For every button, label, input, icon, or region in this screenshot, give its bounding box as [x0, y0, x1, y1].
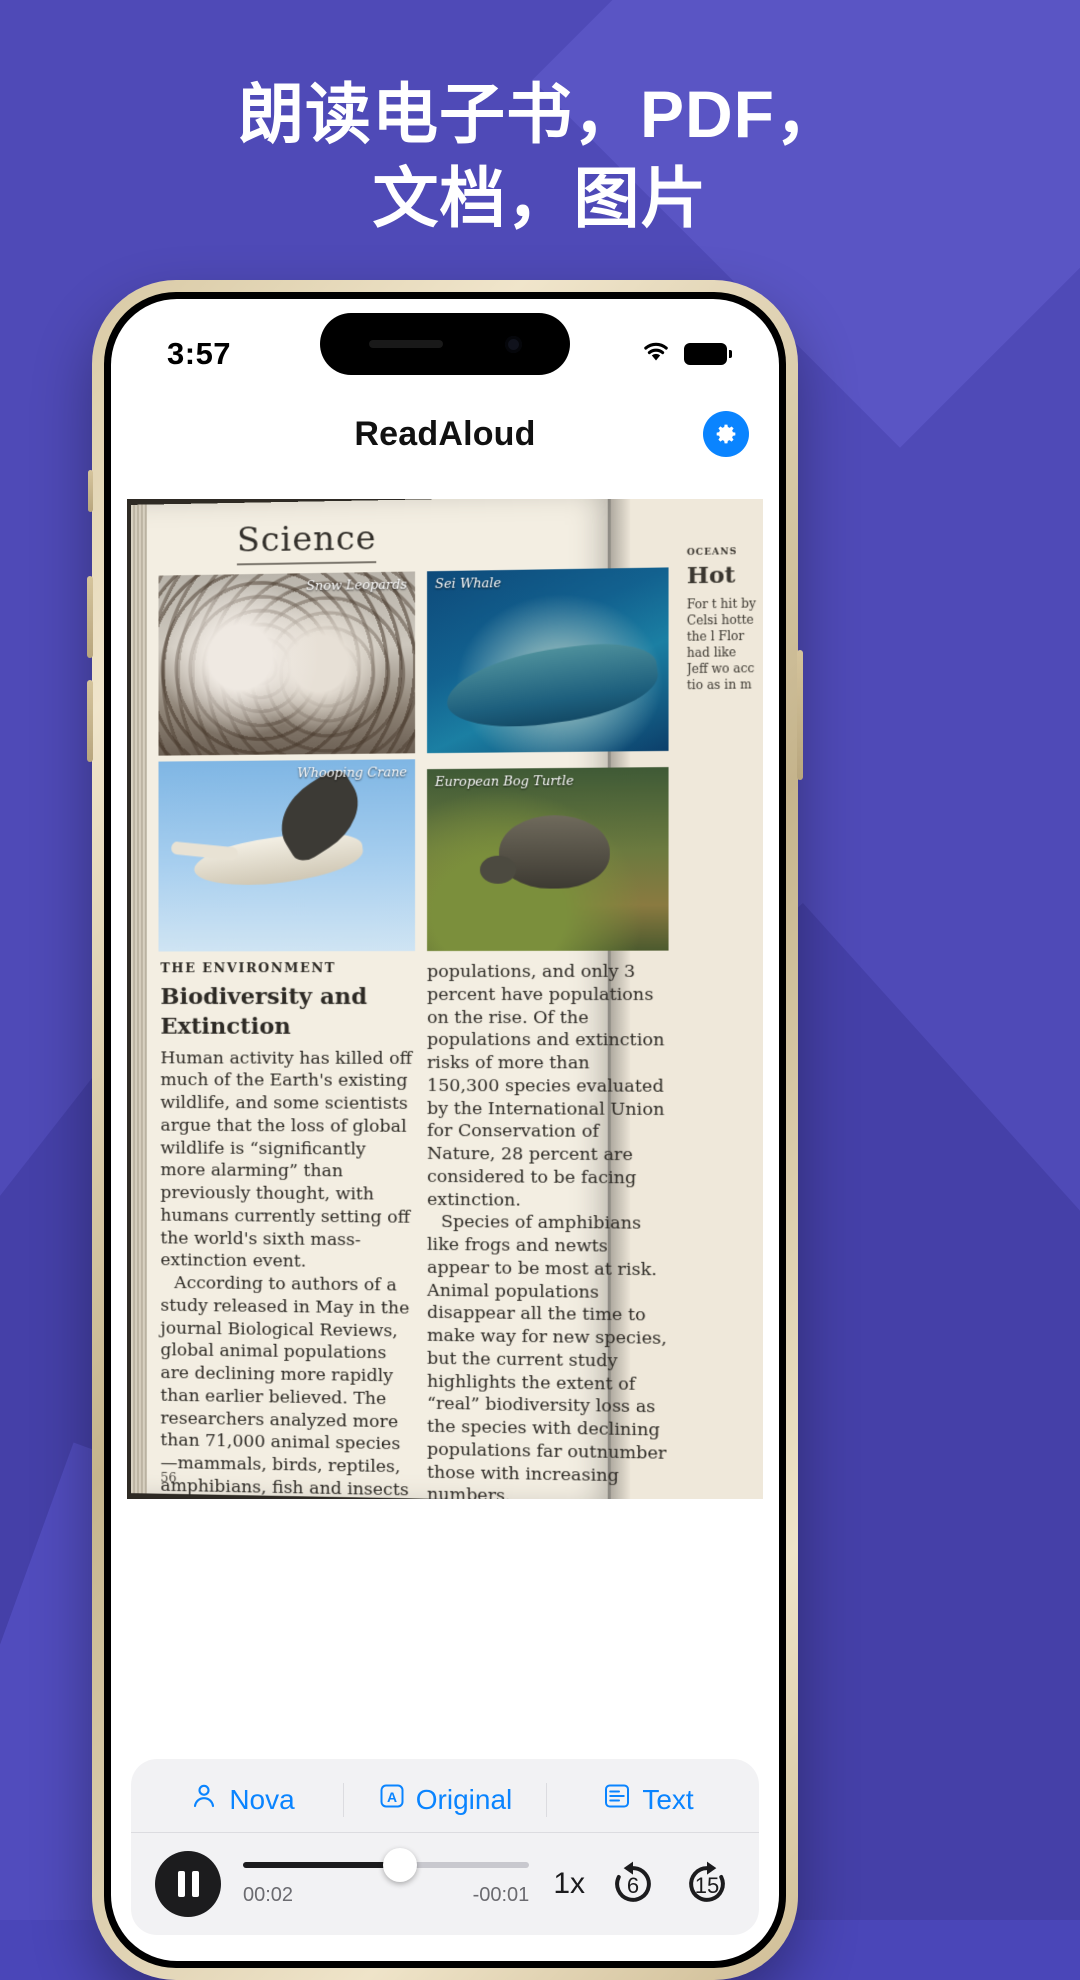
svg-text:A: A — [387, 1789, 397, 1805]
status-indicators — [639, 340, 727, 369]
seek-progress — [243, 1862, 400, 1868]
seek-handle[interactable] — [383, 1848, 417, 1882]
side-column-title: Hot — [687, 560, 760, 592]
person-icon — [189, 1781, 219, 1818]
seek-bar[interactable]: 00:02 -00:01 — [239, 1862, 533, 1907]
page-title: ReadAloud — [354, 415, 535, 454]
wifi-icon — [639, 340, 673, 369]
volume-up-button[interactable] — [87, 576, 93, 658]
european-bog-turtle-photo: European Bog Turtle — [427, 767, 669, 951]
whooping-crane-photo: Whooping Crane — [159, 759, 416, 951]
side-column-kicker: OCEANS — [687, 546, 760, 559]
status-time: 3:57 — [167, 336, 231, 372]
turtle-head — [480, 856, 516, 884]
voice-selector[interactable]: Nova — [141, 1781, 343, 1818]
playback-speed-button[interactable]: 1x — [551, 1867, 587, 1901]
promo-headline-line-2: 文档，图片 — [40, 156, 1040, 240]
mode-label: Original — [416, 1784, 512, 1816]
rewind-icon[interactable]: 6 — [605, 1856, 661, 1912]
phone-bezel: 3:57 ReadAloud Science Snow Leopards Sei… — [104, 292, 786, 1968]
promo-headline: 朗读电子书，PDF， 文档，图片 — [0, 72, 1080, 241]
article-paragraph: According to authors of a study released… — [160, 1272, 413, 1499]
text-view-selector[interactable]: Text — [547, 1781, 749, 1818]
seek-times: 00:02 -00:01 — [243, 1884, 529, 1907]
article-body-one: Human activity has killed off much of th… — [160, 1047, 413, 1499]
article-paragraph: populations, and only 3 percent have pop… — [427, 961, 669, 1213]
article-column-one: THE ENVIRONMENT Biodiversity and Extinct… — [160, 961, 413, 1499]
front-camera — [505, 336, 522, 353]
app-navbar: ReadAloud — [111, 391, 779, 477]
mode-selector[interactable]: A Original — [344, 1782, 546, 1817]
remaining-time: -00:01 — [473, 1884, 530, 1907]
magazine-section-label: Science — [237, 518, 377, 565]
phone-notch — [320, 313, 570, 375]
turtle-shell — [499, 815, 610, 889]
volume-down-button[interactable] — [87, 680, 93, 762]
snow-leopards-photo: Snow Leopards — [159, 571, 416, 755]
earpiece-speaker — [369, 340, 443, 348]
photo-caption: Whooping Crane — [297, 765, 407, 781]
article-column-two: populations, and only 3 percent have pop… — [427, 961, 669, 1499]
photo-caption: Sei Whale — [435, 576, 501, 592]
panel-options-row: Nova A Original Text — [131, 1775, 759, 1833]
photo-caption: European Bog Turtle — [435, 774, 574, 790]
playback-panel: Nova A Original Text 00:02 -00:01 1x 6 1… — [131, 1759, 759, 1935]
whale-shape — [443, 636, 663, 737]
page-edge — [131, 505, 147, 1494]
phone-mockup: 3:57 ReadAloud Science Snow Leopards Sei… — [92, 280, 798, 1980]
photo-caption: Snow Leopards — [306, 578, 407, 595]
document-preview[interactable]: Science Snow Leopards Sei Whale Whooping… — [127, 499, 763, 1499]
player-row: 00:02 -00:01 1x 6 15 — [131, 1833, 759, 1917]
mute-switch[interactable] — [88, 470, 93, 512]
elapsed-time: 00:02 — [243, 1884, 293, 1907]
letter-a-box-icon: A — [378, 1782, 406, 1817]
side-column-text: For t hit by Celsi hotte the l Flor had … — [687, 595, 760, 693]
forward-icon[interactable]: 15 — [679, 1856, 735, 1912]
text-lines-icon — [602, 1781, 632, 1818]
voice-label: Nova — [229, 1784, 294, 1816]
gear-icon[interactable] — [703, 411, 749, 457]
magazine-side-column: OCEANS Hot For t hit by Celsi hotte the … — [687, 546, 760, 991]
rewind-seconds: 6 — [605, 1856, 661, 1912]
phone-screen: 3:57 ReadAloud Science Snow Leopards Sei… — [111, 299, 779, 1961]
pause-icon[interactable] — [155, 1851, 221, 1917]
battery-icon — [684, 343, 727, 365]
magazine-spread: Science Snow Leopards Sei Whale Whooping… — [131, 499, 763, 1499]
article-kicker: THE ENVIRONMENT — [160, 961, 413, 978]
seek-track[interactable] — [243, 1862, 529, 1868]
article-paragraph: Human activity has killed off much of th… — [160, 1047, 413, 1275]
promo-headline-line-1: 朗读电子书，PDF， — [40, 72, 1040, 156]
page-number: 56 — [160, 1471, 176, 1486]
article-body-two: populations, and only 3 percent have pop… — [427, 961, 669, 1499]
article-paragraph: Species of amphibians like frogs and new… — [427, 1211, 669, 1499]
power-button[interactable] — [797, 650, 803, 780]
sei-whale-photo: Sei Whale — [427, 567, 669, 753]
forward-seconds: 15 — [679, 1856, 735, 1912]
pause-bars — [178, 1871, 199, 1897]
article-title: Biodiversity and Extinction — [160, 982, 413, 1042]
text-view-label: Text — [642, 1784, 693, 1816]
